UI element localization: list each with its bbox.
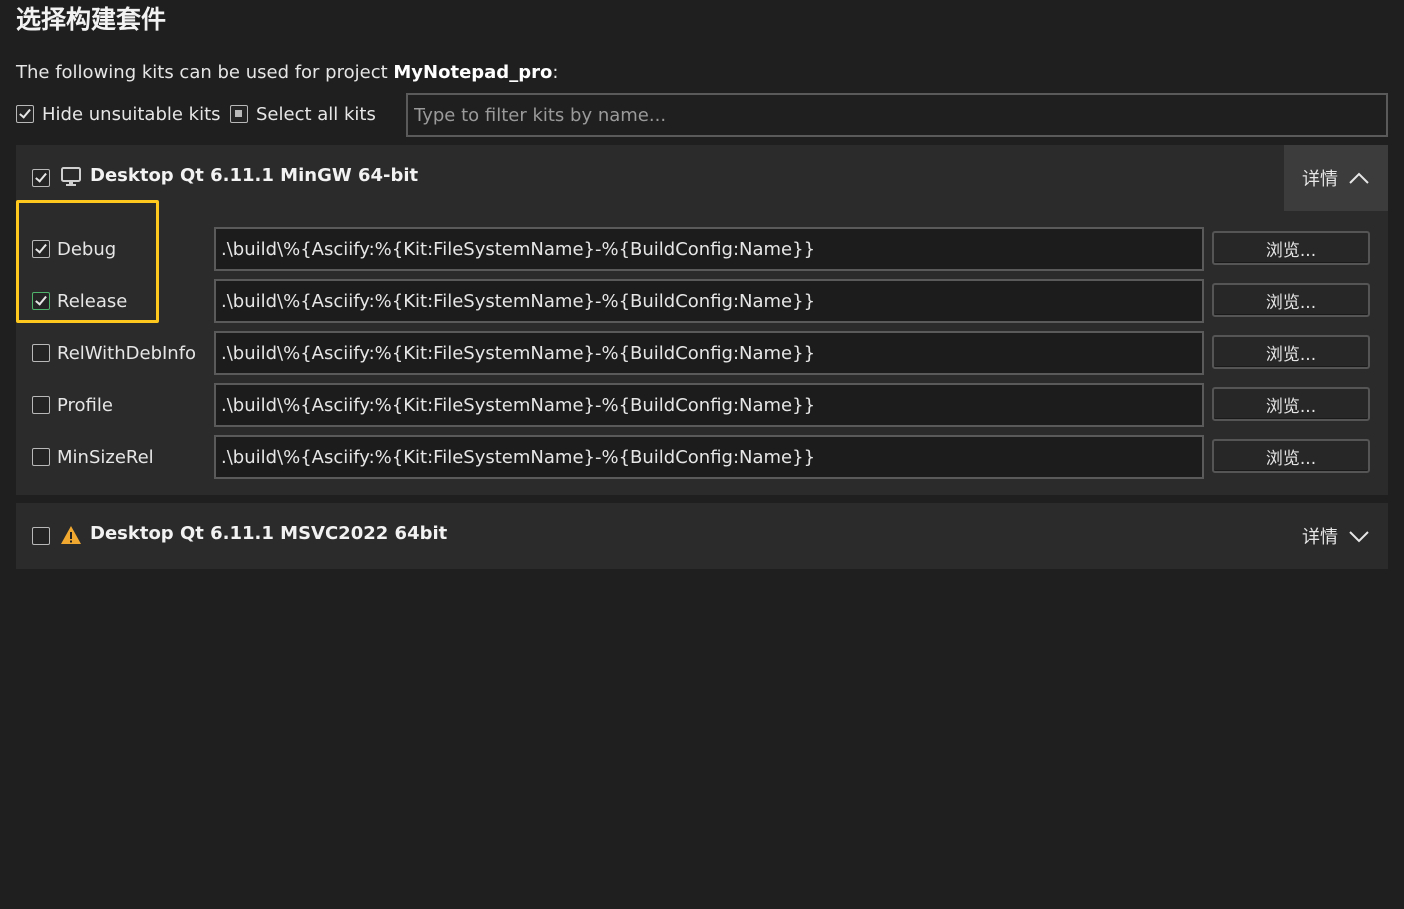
details-label: 详情 xyxy=(1302,169,1338,190)
hide-unsuitable-kits-label: Hide unsuitable kits xyxy=(42,103,221,125)
hide-unsuitable-kits-option[interactable]: Hide unsuitable kits xyxy=(16,100,221,128)
build-config-row: Profile 浏览... xyxy=(16,383,1388,427)
kit-header-mingw: Desktop Qt 6.11.1 MinGW 64-bit 详情 xyxy=(16,145,1388,211)
details-toggle-button-mingw[interactable]: 详情 xyxy=(1284,145,1388,211)
details-toggle-button-msvc[interactable]: 详情 xyxy=(1284,503,1388,569)
kit-panel-mingw: Desktop Qt 6.11.1 MinGW 64-bit 详情 Debug … xyxy=(16,145,1388,495)
browse-button-release[interactable]: 浏览... xyxy=(1212,283,1370,317)
project-name: MyNotepad_pro xyxy=(393,62,553,83)
build-config-label: RelWithDebInfo xyxy=(57,342,197,364)
minsizerel-checkbox[interactable] xyxy=(32,448,50,466)
build-config-row: MinSizeRel 浏览... xyxy=(16,435,1388,479)
build-config-label: Profile xyxy=(57,394,113,416)
warning-icon xyxy=(61,526,81,544)
hide-unsuitable-kits-checkbox[interactable] xyxy=(16,105,34,123)
build-config-row: Debug 浏览... xyxy=(16,227,1388,271)
chevron-up-icon xyxy=(1349,172,1369,184)
kit-panel-msvc: Desktop Qt 6.11.1 MSVC2022 64bit 详情 xyxy=(16,503,1388,569)
select-all-kits-option[interactable]: Select all kits xyxy=(230,100,376,128)
kit-name-mingw: Desktop Qt 6.11.1 MinGW 64-bit xyxy=(90,165,419,186)
browse-button-relwithdebinfo[interactable]: 浏览... xyxy=(1212,335,1370,369)
details-label: 详情 xyxy=(1302,527,1338,548)
kit-filter-input[interactable] xyxy=(406,93,1388,137)
build-config-row: Release 浏览... xyxy=(16,279,1388,323)
release-checkbox[interactable] xyxy=(32,292,50,310)
build-config-relwithdebinfo[interactable]: RelWithDebInfo xyxy=(32,331,196,375)
build-config-debug[interactable]: Debug xyxy=(32,227,116,271)
build-config-profile[interactable]: Profile xyxy=(32,383,113,427)
intro-text: The following kits can be used for proje… xyxy=(16,60,558,86)
select-all-kits-checkbox[interactable] xyxy=(230,105,248,123)
build-dir-input-release[interactable] xyxy=(214,279,1204,323)
select-all-kits-label: Select all kits xyxy=(256,103,376,125)
chevron-down-icon xyxy=(1349,531,1369,543)
build-config-minsizerel[interactable]: MinSizeRel xyxy=(32,435,154,479)
browse-button-profile[interactable]: 浏览... xyxy=(1212,387,1370,421)
browse-button-debug[interactable]: 浏览... xyxy=(1212,231,1370,265)
build-dir-input-minsizerel[interactable] xyxy=(214,435,1204,479)
kit-name-msvc: Desktop Qt 6.11.1 MSVC2022 64bit xyxy=(90,523,448,544)
page-title: 选择构建套件 xyxy=(16,5,167,34)
intro-suffix: : xyxy=(552,62,559,83)
intro-prefix: The following kits can be used for proje… xyxy=(16,62,394,83)
build-config-label: MinSizeRel xyxy=(57,446,154,468)
build-dir-input-relwithdebinfo[interactable] xyxy=(214,331,1204,375)
build-config-release[interactable]: Release xyxy=(32,279,127,323)
kit-selection-page: 选择构建套件 The following kits can be used fo… xyxy=(0,0,1404,909)
build-config-label: Release xyxy=(57,290,128,312)
relwithdebinfo-checkbox[interactable] xyxy=(32,344,50,362)
profile-checkbox[interactable] xyxy=(32,396,50,414)
browse-button-minsizerel[interactable]: 浏览... xyxy=(1212,439,1370,473)
build-config-row: RelWithDebInfo 浏览... xyxy=(16,331,1388,375)
debug-checkbox[interactable] xyxy=(32,240,50,258)
kit-header-msvc: Desktop Qt 6.11.1 MSVC2022 64bit 详情 xyxy=(16,503,1388,569)
build-dir-input-profile[interactable] xyxy=(214,383,1204,427)
kit-checkbox-mingw[interactable] xyxy=(32,169,50,187)
monitor-icon xyxy=(61,167,81,186)
kit-checkbox-msvc[interactable] xyxy=(32,527,50,545)
build-dir-input-debug[interactable] xyxy=(214,227,1204,271)
build-config-label: Debug xyxy=(57,238,117,260)
